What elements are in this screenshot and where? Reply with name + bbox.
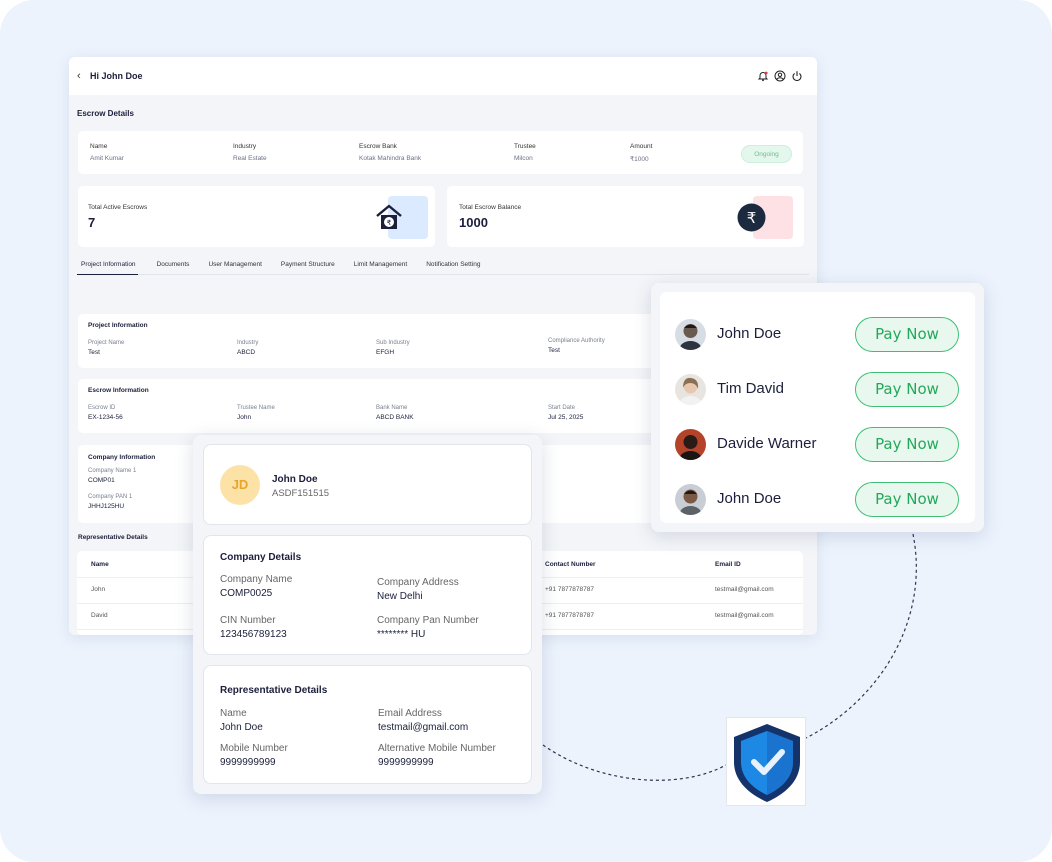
user-circle-icon[interactable]: [774, 70, 786, 82]
tab-documents[interactable]: Documents: [157, 256, 190, 275]
avatar: [675, 429, 706, 460]
table-cell-email: testmail@gmail.com: [715, 612, 774, 619]
security-badge: [726, 717, 806, 806]
profile-id: ASDF151515: [272, 488, 330, 499]
card-title: Representative Details: [220, 685, 328, 696]
list-item: John Doe Pay Now: [660, 472, 975, 527]
payees-popup: John Doe Pay Now Tim David Pay Now David…: [651, 283, 984, 532]
profile-card: JD John Doe ASDF151515: [203, 444, 532, 525]
company-details-card: Company Details Company Name COMP0025 Com…: [203, 535, 532, 655]
svg-text:₹: ₹: [747, 209, 757, 227]
user-details-popup: JD John Doe ASDF151515 Company Details C…: [193, 435, 542, 794]
pay-now-button[interactable]: Pay Now: [855, 427, 959, 462]
field-trustee-name: Trustee Name John: [237, 405, 275, 421]
field-company-name: Company Name COMP0025: [220, 574, 293, 599]
tab-payment-structure[interactable]: Payment Structure: [281, 256, 335, 275]
list-item: Tim David Pay Now: [660, 362, 975, 417]
table-cell-email: testmail@gmail.com: [715, 586, 774, 593]
field-project-name: Project Name Test: [88, 340, 125, 356]
card-title: Escrow Information: [88, 387, 149, 394]
representative-details-card: Representative Details Name John Doe Emai…: [203, 665, 532, 784]
payees-list: John Doe Pay Now Tim David Pay Now David…: [660, 292, 975, 523]
table-cell-contact: +91 7877878787: [545, 586, 594, 593]
greeting: Hi John Doe: [90, 71, 143, 81]
column-header-name: Name: [91, 561, 109, 568]
svg-text:₹: ₹: [387, 219, 392, 227]
tab-project-information[interactable]: Project Information: [77, 256, 138, 275]
escrow-field-industry: Industry Real Estate: [233, 143, 267, 162]
stat-value: 7: [88, 215, 96, 230]
tab-bar: Project Information Documents User Manag…: [77, 256, 809, 275]
field-company-pan-number: Company Pan Number ******** HU: [377, 615, 479, 640]
representative-details-title: Representative Details: [78, 534, 148, 541]
tab-limit-management[interactable]: Limit Management: [354, 256, 407, 275]
field-company-address: Company Address New Delhi: [377, 577, 459, 602]
avatar: JD: [220, 465, 260, 505]
field-alternative-mobile-number: Alternative Mobile Number 9999999999: [378, 743, 496, 768]
field-rep-name: Name John Doe: [220, 708, 263, 733]
payee-name: Tim David: [717, 380, 784, 397]
table-cell-name: John: [91, 586, 106, 593]
pay-now-button[interactable]: Pay Now: [855, 482, 959, 517]
payee-name: John Doe: [717, 325, 782, 342]
power-icon[interactable]: [791, 70, 803, 82]
card-title: Company Details: [220, 552, 302, 563]
table-cell-contact: +91 7877878787: [545, 612, 594, 619]
stat-label: Total Escrow Balance: [459, 204, 522, 211]
stat-card-escrow-balance: Total Escrow Balance 1000 ₹: [447, 186, 804, 247]
pay-now-button[interactable]: Pay Now: [855, 317, 959, 352]
field-cin-number: CIN Number 123456789123: [220, 615, 287, 640]
rupee-icon: ₹: [737, 203, 766, 232]
field-industry: Industry ABCD: [237, 340, 259, 356]
field-company-pan-1: Company PAN 1 JHHJ125HU: [88, 494, 133, 510]
house-rupee-icon: ₹: [376, 204, 402, 229]
field-mobile-number: Mobile Number 9999999999: [220, 743, 288, 768]
tab-notification-setting[interactable]: Notification Setting: [426, 256, 480, 275]
stat-card-active-escrows: Total Active Escrows 7 ₹: [78, 186, 435, 247]
list-item: Davide Warner Pay Now: [660, 417, 975, 472]
escrow-field-trustee: Trustee Milcon: [514, 143, 536, 162]
canvas-background: ‹ Hi John Doe Escrow Details Name Amit Ku…: [0, 0, 1052, 862]
chevron-left-icon[interactable]: ‹: [77, 71, 87, 82]
escrow-field-bank: Escrow Bank Kotak Mahindra Bank: [359, 143, 422, 162]
stat-label: Total Active Escrows: [88, 204, 148, 211]
status-badge: Ongoing: [741, 145, 792, 163]
stat-value: 1000: [459, 215, 488, 230]
profile-name: John Doe: [272, 474, 318, 485]
payee-name: Davide Warner: [717, 435, 817, 452]
avatar: [675, 319, 706, 350]
escrow-field-amount: Amount ₹1000: [630, 143, 653, 163]
tab-user-management[interactable]: User Management: [208, 256, 261, 275]
card-title: Company Information: [88, 454, 156, 461]
avatar: [675, 374, 706, 405]
field-bank-name: Bank Name ABCD BANK: [376, 405, 414, 421]
payee-name: John Doe: [717, 490, 782, 507]
field-start-date: Start Date Jul 25, 2025: [548, 405, 584, 421]
bell-icon[interactable]: [757, 70, 769, 82]
shield-check-icon: [734, 724, 800, 802]
field-email-address: Email Address testmail@gmail.com: [378, 708, 469, 733]
field-sub-industry: Sub Industry EFGH: [376, 340, 410, 356]
column-header-contact: Contact Number: [545, 561, 596, 568]
column-header-email: Email ID: [715, 561, 741, 568]
table-cell-name: David: [91, 612, 108, 619]
field-escrow-id: Escrow ID EX-1234-56: [88, 405, 123, 421]
avatar: [675, 484, 706, 515]
field-compliance-authority: Compliance Authority Test: [548, 338, 605, 354]
escrow-summary-card: Name Amit Kumar Industry Real Estate Escro…: [78, 131, 803, 174]
pay-now-button[interactable]: Pay Now: [855, 372, 959, 407]
top-bar: ‹ Hi John Doe: [69, 57, 817, 95]
escrow-field-name: Name Amit Kumar: [90, 143, 124, 162]
list-item: John Doe Pay Now: [660, 307, 975, 362]
card-title: Project Information: [88, 322, 148, 329]
escrow-details-title: Escrow Details: [77, 109, 134, 118]
field-company-name-1: Company Name 1 COMP01: [88, 468, 137, 484]
